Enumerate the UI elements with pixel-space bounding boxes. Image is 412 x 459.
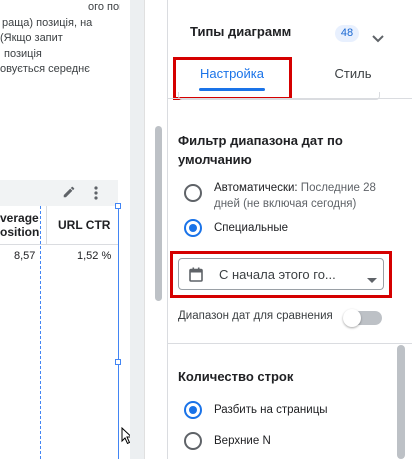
radio-auto[interactable] — [184, 184, 202, 202]
radio-top-n-label[interactable]: Верхние N — [214, 433, 271, 449]
column-header-position[interactable]: verage osition — [0, 211, 40, 239]
resize-handle[interactable] — [115, 203, 121, 209]
chart-types-count-badge: 48 — [335, 25, 359, 42]
auto-label-text: Автоматически: — [214, 182, 298, 194]
table-toolbar — [0, 180, 118, 206]
compare-range-toggle[interactable] — [343, 309, 382, 327]
guide-line — [40, 206, 41, 459]
resize-handle[interactable] — [115, 359, 121, 365]
description-line: (Якщо запит — [0, 32, 63, 44]
tab-style[interactable]: Стиль — [298, 66, 408, 81]
cursor-icon — [121, 426, 130, 450]
description-line: позиція — [4, 47, 42, 60]
more-vert-icon[interactable] — [92, 185, 100, 206]
table-header-row: verage osition URL CTR — [0, 206, 118, 245]
pencil-icon[interactable] — [62, 185, 76, 204]
properties-panel: Типы диаграмм 48 Настройка Стиль Фильтр … — [167, 0, 412, 459]
column-header-url-ctr[interactable]: URL CTR — [58, 218, 110, 232]
section-divider — [168, 343, 412, 344]
cell-url-ctr: 1,52 % — [77, 250, 112, 262]
compare-range-label: Диапазон дат для сравнения — [178, 310, 333, 322]
radio-paginate[interactable] — [184, 401, 202, 419]
chevron-down-icon[interactable] — [372, 30, 384, 48]
description-line: ого пошукового — [88, 1, 120, 13]
panel-tabs: Настройка Стиль — [168, 52, 412, 100]
panel-scroll-thumb[interactable] — [397, 345, 405, 459]
radio-paginate-label[interactable]: Разбить на страницы — [214, 402, 328, 418]
radio-custom[interactable] — [184, 219, 202, 237]
table-row: 8,57 1,52 % — [0, 244, 118, 268]
radio-top-n[interactable] — [184, 432, 202, 450]
canvas-gutter — [130, 0, 144, 459]
selection-border — [118, 206, 119, 459]
table-description: ого пошукового раща) позиція, на (Якщо з… — [0, 0, 120, 78]
column-divider — [46, 206, 47, 244]
chart-types-label[interactable]: Типы диаграмм — [190, 24, 291, 39]
row-count-title: Количество строк — [178, 369, 294, 384]
collapsed-field-bottom — [178, 92, 380, 100]
date-filter-title: Фильтр диапазона дат по умолчанию — [178, 133, 343, 167]
radio-auto-label[interactable]: Автоматически: Последние 28 дней (не вкл… — [214, 180, 389, 212]
description-line: овується середнє — [0, 63, 90, 75]
report-canvas: ого пошукового раща) позиція, на (Якщо з… — [0, 0, 130, 459]
highlight-box-dropdown — [170, 251, 392, 298]
toggle-knob — [343, 309, 361, 327]
description-line: раща) позиція, на — [2, 16, 93, 29]
cell-position: 8,57 — [14, 250, 36, 262]
canvas-scroll-thumb[interactable] — [155, 126, 162, 301]
radio-custom-label[interactable]: Специальные — [214, 220, 288, 236]
